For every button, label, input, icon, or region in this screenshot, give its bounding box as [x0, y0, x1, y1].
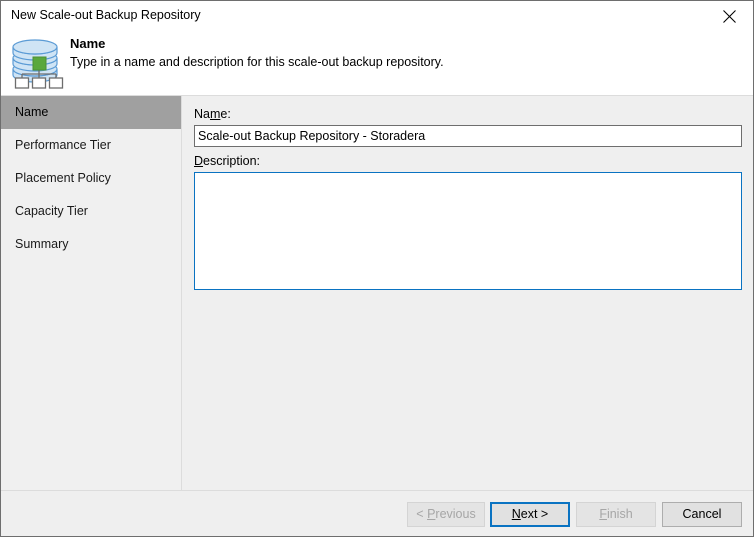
next-label-post: ext > — [520, 507, 549, 521]
sidebar-item-label: Placement Policy — [15, 171, 111, 185]
close-glyph — [723, 10, 736, 23]
sidebar-item-summary[interactable]: Summary — [1, 228, 181, 261]
previous-label-post: revious — [435, 507, 476, 521]
sidebar-item-label: Performance Tier — [15, 138, 111, 152]
wizard-step-list: Name Performance Tier Placement Policy C… — [1, 96, 182, 490]
footer-button-bar: < Previous Next > Finish Cancel — [1, 491, 753, 536]
name-input[interactable] — [194, 125, 742, 147]
scale-out-backup-repository-icon — [9, 33, 69, 91]
sidebar-item-name[interactable]: Name — [1, 96, 181, 129]
previous-label-pre: < — [416, 507, 428, 521]
description-input[interactable] — [194, 172, 742, 290]
sidebar-item-label: Capacity Tier — [15, 204, 88, 218]
sidebar-item-capacity-tier[interactable]: Capacity Tier — [1, 195, 181, 228]
name-label-pre: Na — [194, 107, 210, 121]
finish-button[interactable]: Finish — [576, 502, 656, 527]
title-bar: New Scale-out Backup Repository — [1, 1, 753, 31]
sidebar-item-placement-policy[interactable]: Placement Policy — [1, 162, 181, 195]
new-scale-out-backup-repository-dialog: New Scale-out Backup Repository Name Typ… — [0, 0, 754, 537]
description-label-post: escription: — [203, 154, 261, 168]
header-banner: Name Type in a name and description for … — [1, 31, 753, 95]
sidebar-item-label: Summary — [15, 237, 69, 251]
page-subtitle: Type in a name and description for this … — [70, 55, 444, 69]
sidebar-item-performance-tier[interactable]: Performance Tier — [1, 129, 181, 162]
name-label-post: e: — [220, 107, 231, 121]
description-label-accelerator: D — [194, 154, 204, 168]
previous-button[interactable]: < Previous — [407, 502, 485, 527]
next-button[interactable]: Next > — [490, 502, 570, 527]
name-label: Name: — [194, 107, 231, 121]
cancel-label: Cancel — [682, 507, 722, 521]
page-title: Name — [70, 36, 106, 51]
close-icon[interactable] — [707, 1, 753, 30]
name-label-accelerator: m — [209, 107, 221, 121]
finish-label-post: inish — [606, 507, 633, 521]
next-label-accelerator: N — [511, 507, 521, 521]
finish-label-accelerator: F — [599, 507, 607, 521]
cancel-button[interactable]: Cancel — [662, 502, 742, 527]
main-content: Name: Description: — [183, 96, 753, 490]
window-title: New Scale-out Backup Repository — [11, 8, 201, 22]
description-label: Description: — [194, 154, 260, 168]
sidebar-item-label: Name — [15, 105, 49, 119]
